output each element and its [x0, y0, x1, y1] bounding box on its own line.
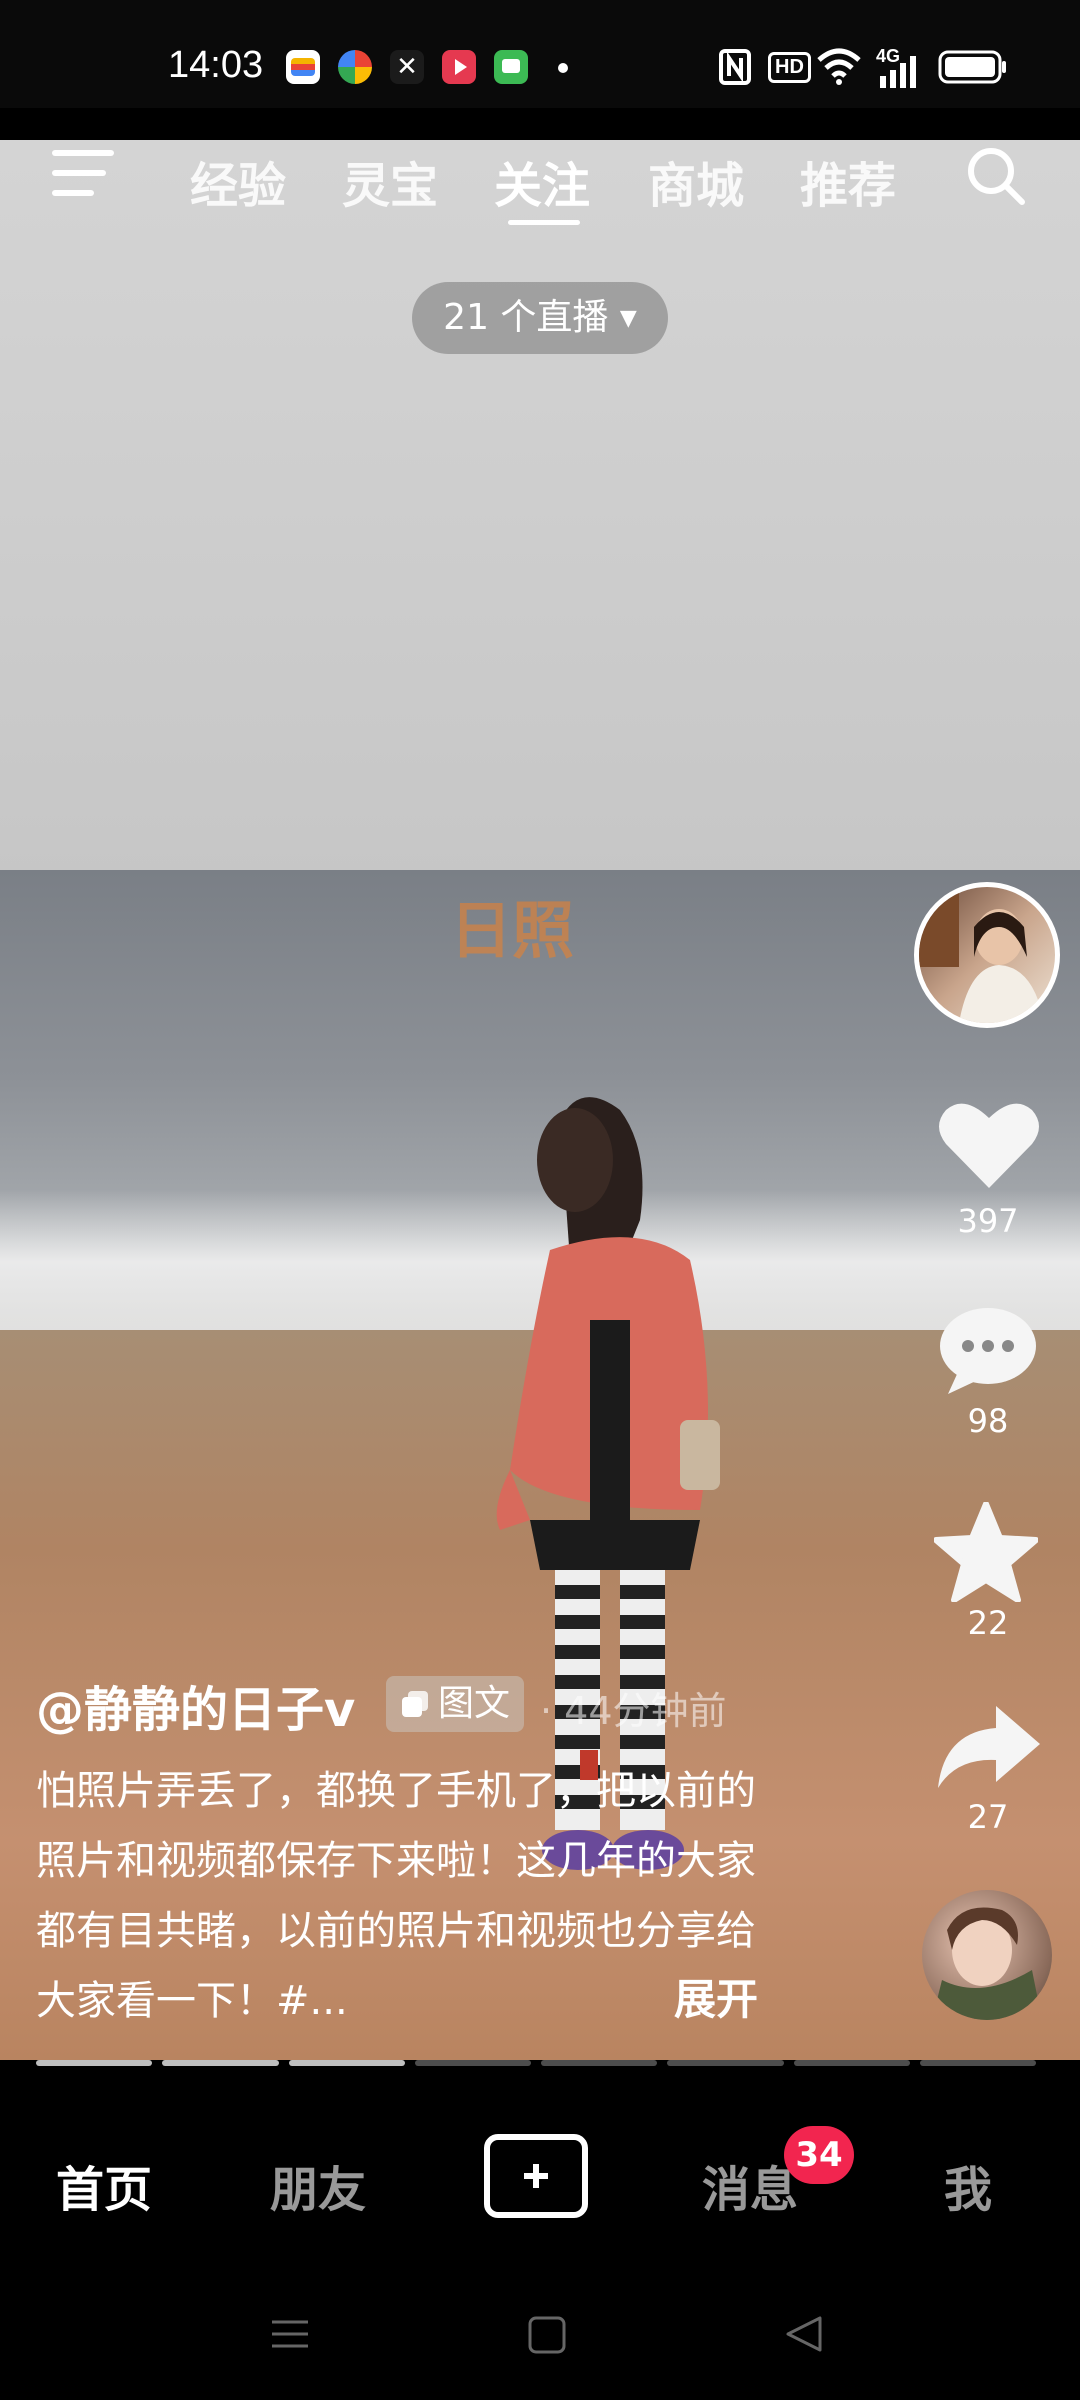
like-heart-icon[interactable]	[936, 1098, 1042, 1190]
sky-background	[0, 140, 1080, 890]
color-app-icon	[338, 50, 372, 84]
tab-recommend[interactable]: 推荐	[800, 146, 896, 216]
expand-button[interactable]: 展开	[664, 1966, 759, 2027]
progress-segment	[288, 2060, 405, 2066]
share-count: 27	[967, 1798, 1009, 1836]
post-type-label: 图文	[438, 1683, 511, 1724]
comment-count: 98	[967, 1402, 1009, 1440]
tab-mall[interactable]: 商城	[648, 146, 744, 216]
post-username[interactable]: @静静的日子v	[36, 1670, 355, 1740]
nfc-icon	[719, 49, 751, 85]
live-count-label: 21 个直播	[443, 297, 609, 338]
recent-apps-icon[interactable]	[270, 2314, 310, 2354]
home-square-icon[interactable]	[528, 2316, 566, 2354]
signal-icon	[880, 56, 916, 88]
battery-icon	[938, 50, 1006, 84]
tab-following[interactable]: 关注	[494, 146, 590, 216]
nav-me[interactable]: 我	[944, 2150, 992, 2220]
video-app-icon	[442, 50, 476, 84]
progress-segment	[414, 2060, 531, 2066]
progress-segment	[541, 2060, 658, 2066]
post-time: · 44分钟前	[540, 1689, 727, 1733]
caret-down-icon: ▼	[619, 306, 637, 331]
wallet-app-icon	[286, 50, 320, 84]
menu-icon[interactable]	[52, 150, 114, 200]
message-app-icon	[494, 50, 528, 84]
capcut-app-icon: ✕	[390, 50, 424, 84]
progress-segment	[793, 2060, 910, 2066]
wifi-icon	[817, 48, 861, 85]
back-triangle-icon[interactable]	[784, 2314, 824, 2354]
search-icon[interactable]	[964, 144, 1028, 208]
post-type-badge: 图文	[386, 1676, 525, 1732]
nav-home[interactable]: 首页	[56, 2150, 152, 2220]
like-count: 397	[957, 1202, 1019, 1240]
image-text-icon	[402, 1691, 428, 1717]
messages-badge: 34	[784, 2126, 854, 2184]
progress-segment	[919, 2060, 1036, 2066]
location-watermark: 日照	[450, 894, 575, 967]
status-time: 14:03	[168, 44, 264, 86]
hd-icon: HD	[768, 52, 811, 83]
comment-icon[interactable]	[938, 1306, 1038, 1396]
live-count-dropdown[interactable]: 21 个直播 ▼	[412, 282, 668, 354]
active-tab-indicator	[508, 220, 580, 225]
progress-segment	[36, 2060, 153, 2066]
favorite-star-icon[interactable]	[934, 1502, 1038, 1602]
share-arrow-icon[interactable]	[936, 1702, 1042, 1792]
image-progress-bar	[36, 2060, 1036, 2068]
notification-dot	[558, 63, 568, 73]
nav-friends[interactable]: 朋友	[270, 2150, 366, 2220]
tab-experience[interactable]: 经验	[190, 146, 286, 216]
music-disc-avatar[interactable]	[922, 1890, 1052, 2020]
create-post-button[interactable]	[484, 2134, 588, 2218]
progress-segment	[667, 2060, 784, 2066]
progress-segment	[162, 2060, 279, 2066]
author-avatar[interactable]	[914, 882, 1060, 1028]
tab-lingbao[interactable]: 灵宝	[342, 146, 438, 216]
favorite-count: 22	[967, 1604, 1009, 1642]
